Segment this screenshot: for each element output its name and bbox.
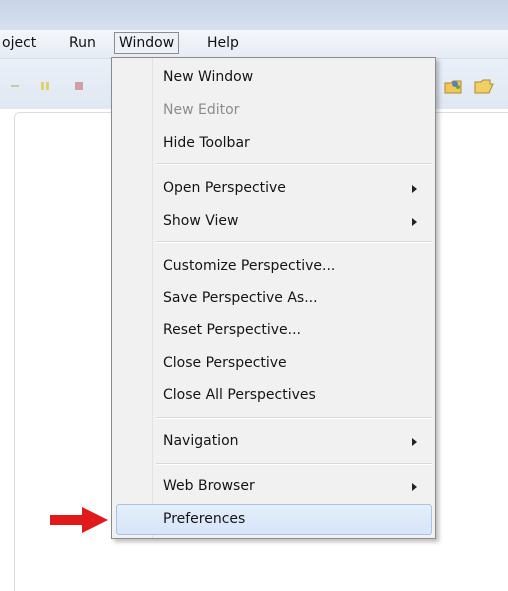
menu-item-new-editor: New Editor bbox=[163, 102, 240, 118]
menu-help[interactable]: Help bbox=[203, 33, 243, 53]
menu-bar: oject Run Window Help bbox=[0, 30, 508, 59]
submenu-arrow-icon bbox=[412, 483, 417, 491]
menu-item-close-all-perspectives[interactable]: Close All Perspectives bbox=[163, 380, 316, 410]
menu-icon-gutter bbox=[112, 58, 153, 538]
red-pointer-arrow-icon bbox=[50, 507, 108, 533]
menu-item-hide-toolbar[interactable]: Hide Toolbar bbox=[163, 128, 250, 158]
menu-project[interactable]: oject bbox=[0, 33, 40, 53]
menu-separator bbox=[156, 417, 432, 419]
menu-separator bbox=[156, 163, 432, 165]
window-menu-dropdown: New Window New Editor Hide Toolbar Open … bbox=[111, 57, 436, 539]
menu-item-new-window[interactable]: New Window bbox=[163, 62, 253, 92]
terminate-icon[interactable] bbox=[74, 81, 84, 91]
submenu-arrow-icon bbox=[412, 218, 417, 226]
menu-run[interactable]: Run bbox=[65, 33, 100, 53]
title-bar bbox=[0, 0, 508, 30]
menu-separator bbox=[156, 463, 432, 465]
menu-item-open-perspective[interactable]: Open Perspective bbox=[163, 173, 286, 203]
menu-item-customize-perspective[interactable]: Customize Perspective... bbox=[163, 251, 335, 281]
open-folder-icon[interactable] bbox=[474, 78, 494, 94]
menu-item-save-perspective-as[interactable]: Save Perspective As... bbox=[163, 283, 318, 313]
menu-item-navigation[interactable]: Navigation bbox=[163, 426, 239, 456]
menu-item-reset-perspective[interactable]: Reset Perspective... bbox=[163, 315, 301, 345]
suspend-icon[interactable] bbox=[40, 81, 50, 91]
submenu-arrow-icon bbox=[412, 185, 417, 193]
submenu-arrow-icon bbox=[412, 438, 417, 446]
menu-item-close-perspective[interactable]: Close Perspective bbox=[163, 348, 287, 378]
menu-item-web-browser[interactable]: Web Browser bbox=[163, 471, 255, 501]
menu-separator bbox=[156, 241, 432, 243]
menu-item-show-view[interactable]: Show View bbox=[163, 206, 238, 236]
resume-icon[interactable] bbox=[10, 81, 20, 91]
menu-item-preferences[interactable]: Preferences bbox=[163, 504, 245, 534]
open-type-icon[interactable] bbox=[444, 78, 462, 94]
menu-window[interactable]: Window bbox=[114, 32, 180, 54]
